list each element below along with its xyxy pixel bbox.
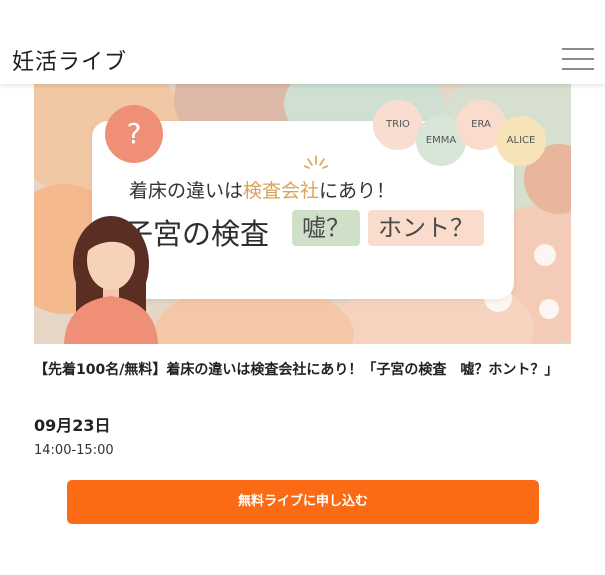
decor-blob <box>534 244 556 266</box>
event-date: 09月23日 <box>34 416 111 435</box>
site-logo[interactable]: 妊活ライブ <box>12 44 127 76</box>
question-bubble-icon: ? <box>105 105 163 163</box>
subtitle-text: 着床の違いは <box>129 180 244 202</box>
apply-live-button[interactable]: 無料ライブに申し込む <box>67 480 539 524</box>
woman-illustration <box>64 216 158 344</box>
site-header: 妊活ライブ <box>0 0 605 84</box>
subtitle-text: にあり！ <box>319 180 396 202</box>
banner-subtitle: 着床の違いは検査会社にあり！ <box>129 176 395 203</box>
event-banner[interactable]: ? TRIO EMMA ERA ALICE 着床の違いは検査会社にあり！ 子宮の… <box>34 84 571 344</box>
menu-line <box>562 58 594 60</box>
event-title[interactable]: 【先着100名/無料】着床の違いは検査会社にあり！「子宮の検査 嘘？ホント？」 <box>34 360 579 380</box>
banner-title-honto: ホント？ <box>368 210 484 246</box>
subtitle-highlight: 検査会社 <box>243 180 320 202</box>
banner-title-uso: 嘘？ <box>292 210 360 246</box>
clinic-badge-alice: ALICE <box>496 116 546 166</box>
menu-line <box>562 48 594 50</box>
sparkle-icon <box>304 155 328 169</box>
menu-line <box>562 68 594 70</box>
hamburger-menu-icon[interactable] <box>562 48 594 70</box>
event-time: 14:00-15:00 <box>34 443 114 458</box>
decor-blob <box>539 299 559 319</box>
